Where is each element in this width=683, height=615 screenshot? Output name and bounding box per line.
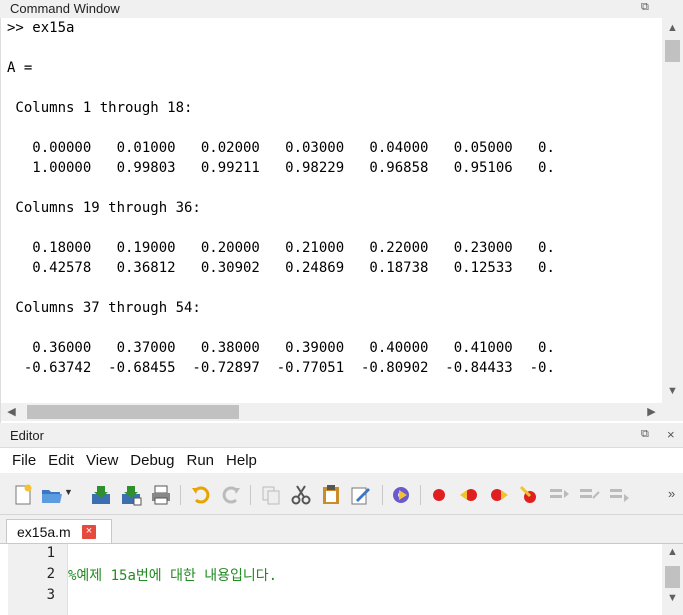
line-number: 2: [46, 566, 55, 582]
menu-run[interactable]: Run: [180, 448, 220, 474]
command-output-line: [7, 218, 662, 238]
new-file-icon[interactable]: [12, 484, 34, 506]
editor-scroll-thumb[interactable]: [665, 566, 680, 588]
toolbar-separator: [382, 485, 383, 505]
cut-icon[interactable]: [290, 484, 312, 506]
toolbar-separator: [180, 485, 181, 505]
editor-scroll-down-icon[interactable]: ▼: [662, 590, 683, 607]
editor-close-icon[interactable]: ×: [667, 427, 675, 442]
scroll-down-icon[interactable]: ▼: [662, 383, 683, 400]
menu-edit[interactable]: Edit: [42, 448, 80, 474]
scroll-left-icon[interactable]: ◀: [1, 404, 22, 421]
editor-text-area[interactable]: 1 2 3 %예제 15a번에 대한 내용입니다. ▲ ▼: [0, 543, 683, 615]
step-back-icon[interactable]: [458, 484, 480, 506]
editor-tabbar: ex15a.m ×: [0, 515, 683, 543]
command-output-line: [7, 318, 662, 338]
tab-close-icon[interactable]: ×: [82, 525, 96, 539]
step-out-icon[interactable]: [608, 484, 630, 506]
editor-vertical-scrollbar[interactable]: ▲ ▼: [662, 544, 683, 615]
step-into-icon[interactable]: [548, 484, 570, 506]
command-output-line: 0.36000 0.37000 0.38000 0.39000 0.40000 …: [7, 340, 555, 356]
horizontal-scroll-thumb[interactable]: [27, 405, 239, 419]
editor-title: Editor: [10, 428, 44, 443]
command-horizontal-scrollbar[interactable]: ◀ ▶: [1, 403, 683, 421]
open-dropdown-icon[interactable]: ▼: [64, 487, 73, 497]
command-output-line: Columns 37 through 54:: [7, 300, 201, 316]
command-output-line: [7, 118, 662, 138]
menu-file[interactable]: File: [0, 448, 42, 474]
command-output-line: [7, 38, 662, 58]
scroll-thumb[interactable]: [665, 40, 680, 62]
scroll-right-icon[interactable]: ▶: [641, 404, 662, 421]
editor-menubar: File Edit View Debug Run Help: [0, 447, 683, 473]
undo-icon[interactable]: [190, 484, 212, 506]
run-gear-icon[interactable]: [390, 484, 412, 506]
command-output-line: [7, 278, 662, 298]
clear-breakpoints-icon[interactable]: [518, 484, 540, 506]
toolbar-overflow-icon[interactable]: »: [668, 486, 675, 501]
command-output-line: 0.00000 0.01000 0.02000 0.03000 0.04000 …: [7, 140, 555, 156]
print-icon[interactable]: [150, 484, 172, 506]
open-folder-icon[interactable]: [40, 484, 62, 506]
editor-restore-icon[interactable]: ⧉: [641, 428, 649, 441]
command-output-line: [7, 178, 662, 198]
menu-view[interactable]: View: [80, 448, 124, 474]
command-window-title: Command Window: [10, 1, 120, 16]
toolbar-separator: [250, 485, 251, 505]
breakpoint-icon[interactable]: [428, 484, 450, 506]
command-output-line: >> ex15a: [7, 20, 75, 36]
command-vertical-scrollbar[interactable]: ▲ ▼: [662, 18, 683, 403]
command-output-line: [7, 78, 662, 98]
restore-icon[interactable]: ⧉: [641, 1, 649, 14]
save-icon[interactable]: [90, 484, 112, 506]
paste-icon[interactable]: [320, 484, 342, 506]
editor-scroll-up-icon[interactable]: ▲: [662, 544, 683, 561]
editor-header: Editor ⧉ ×: [0, 427, 683, 445]
command-output-line: 0.18000 0.19000 0.20000 0.21000 0.22000 …: [7, 240, 555, 256]
command-output-line: -0.63742 -0.68455 -0.72897 -0.77051 -0.8…: [7, 360, 555, 376]
copy-icon[interactable]: [260, 484, 282, 506]
command-output-line: Columns 1 through 18:: [7, 100, 193, 116]
step-over-icon[interactable]: [578, 484, 600, 506]
command-output-line: A =: [7, 60, 33, 76]
save-all-icon[interactable]: [120, 484, 142, 506]
line-number-gutter: 1 2 3: [8, 544, 68, 615]
line-number: 1: [46, 545, 55, 561]
code-line-comment[interactable]: %예제 15a번에 대한 내용입니다.: [68, 565, 277, 585]
redo-icon[interactable]: [220, 484, 242, 506]
step-forward-icon[interactable]: [488, 484, 510, 506]
command-output-line: 0.42578 0.36812 0.30902 0.24869 0.18738 …: [7, 260, 555, 276]
tab-label: ex15a.m: [17, 524, 71, 540]
command-window-header: Command Window ⧉: [0, 0, 683, 18]
command-window-output: >> ex15a A = Columns 1 through 18: 0.0000…: [7, 18, 662, 403]
line-number: 3: [46, 587, 55, 603]
menu-help[interactable]: Help: [220, 448, 263, 474]
command-output-line: Columns 19 through 36:: [7, 200, 201, 216]
command-window[interactable]: >> ex15a A = Columns 1 through 18: 0.0000…: [0, 18, 683, 423]
scroll-up-icon[interactable]: ▲: [662, 20, 683, 37]
command-output-line: 1.00000 0.99803 0.99211 0.98229 0.96858 …: [7, 160, 555, 176]
menu-debug[interactable]: Debug: [124, 448, 180, 474]
editor-toolbar: ▼ »: [0, 473, 683, 515]
find-replace-icon[interactable]: [350, 484, 372, 506]
tab-ex15a[interactable]: ex15a.m ×: [6, 519, 112, 543]
toolbar-separator: [420, 485, 421, 505]
